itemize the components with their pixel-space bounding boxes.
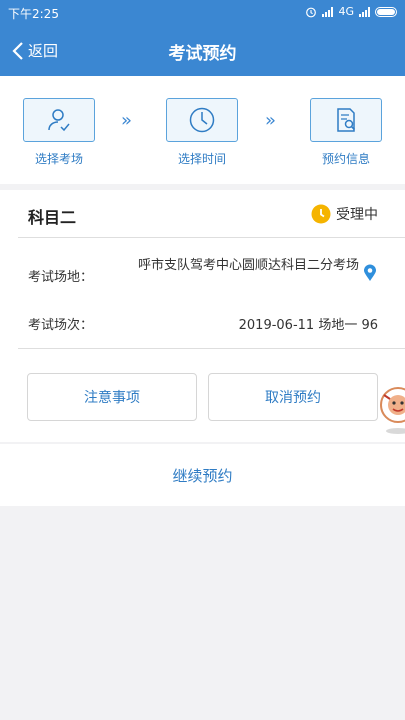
status-badge: 受理中: [311, 204, 378, 224]
venue-label: 考试场地：: [28, 270, 94, 285]
floating-assistant-icon[interactable]: [378, 381, 405, 435]
subject-title: 科目二: [28, 208, 77, 227]
step-select-time[interactable]: 选择时间: [165, 98, 239, 167]
step-select-venue[interactable]: 选择考场: [22, 98, 96, 167]
notice-button[interactable]: 注意事项: [27, 373, 197, 421]
status-icons: 4G: [305, 5, 397, 18]
chevrons-right-icon: »: [265, 110, 277, 131]
session-label: 考试场次：: [28, 318, 94, 333]
status-bar: 下午2:25 4G: [0, 0, 405, 26]
reservation-card: 科目二 受理中 考试场地： 呼市支队驾考中心圆顺达科目二分考场 考试场次： 20…: [0, 190, 405, 442]
venue-value: 呼市支队驾考中心圆顺达科目二分考场: [137, 258, 359, 273]
person-check-icon: [48, 109, 70, 132]
clock-icon: [189, 107, 215, 133]
continue-reservation-button[interactable]: 继续预约: [0, 444, 405, 506]
step-label: 选择时间: [177, 152, 226, 166]
status-time: 下午2:25: [8, 7, 59, 21]
session-value: 2019-06-11 场地一 96: [238, 318, 378, 333]
cancel-reservation-button[interactable]: 取消预约: [208, 373, 378, 421]
clock-status-icon: [311, 204, 331, 224]
steps-bar: 选择考场 » 选择时间 » 预约信息: [0, 76, 405, 184]
signal-icon: [322, 6, 334, 17]
divider: [18, 237, 405, 238]
alarm-icon: [306, 7, 317, 17]
status-text: 受理中: [336, 207, 378, 223]
signal-icon-2: [359, 6, 370, 17]
step-label: 预约信息: [321, 152, 370, 166]
network-type: 4G: [338, 5, 354, 18]
step-reservation-info[interactable]: 预约信息: [309, 98, 383, 167]
chevrons-right-icon: »: [121, 110, 133, 131]
location-pin-icon[interactable]: [363, 264, 377, 282]
page-title: 考试预约: [168, 44, 237, 64]
nav-bar: 返回 考试预约: [0, 26, 405, 76]
document-search-icon: [337, 108, 356, 132]
battery-icon: [375, 6, 397, 17]
divider: [18, 348, 405, 349]
step-label: 选择考场: [34, 152, 83, 166]
